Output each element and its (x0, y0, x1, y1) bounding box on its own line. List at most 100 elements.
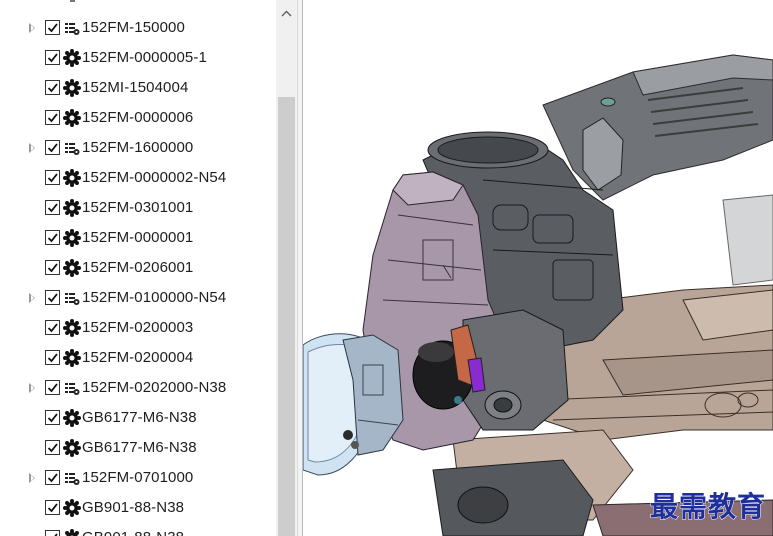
tree-item-label: 152FM-0701000 (82, 469, 194, 486)
3d-model-viewport[interactable] (303, 0, 773, 536)
tree-item[interactable]: 152FM-0701000 (0, 463, 276, 493)
tree-scrollbar[interactable] (276, 0, 297, 536)
part-gear-icon (63, 409, 81, 427)
visibility-checkbox[interactable] (45, 350, 60, 365)
checkmark-icon (47, 203, 58, 213)
visibility-checkbox[interactable] (45, 50, 60, 65)
checkmark-icon (47, 23, 58, 33)
visibility-checkbox[interactable] (45, 290, 60, 305)
visibility-checkbox[interactable] (45, 440, 60, 455)
checkmark-icon (47, 353, 58, 363)
assembly-icon (63, 289, 81, 307)
tree-item-label: 152FM-0200004 (82, 349, 194, 366)
tree-item[interactable]: 152FM-0200003 (0, 313, 276, 343)
tree-item[interactable]: 152FM-0000006 (0, 103, 276, 133)
tree-item[interactable]: 152FM-1600000 (0, 133, 276, 163)
visibility-checkbox[interactable] (45, 470, 60, 485)
tree-item[interactable]: 152FM-0100000-N54 (0, 283, 276, 313)
tree-item-label: GB6177-M6-N38 (82, 439, 197, 456)
tree-item[interactable]: 152FM-0202000-N38 (0, 373, 276, 403)
model-tree-panel: 152FM-150000 152FM-0000005-1 152MI-1504004… (0, 0, 276, 536)
checkmark-icon (47, 323, 58, 333)
part-gear-icon (63, 79, 81, 97)
visibility-checkbox[interactable] (45, 80, 60, 95)
tree-item[interactable]: 152MI-1504004 (0, 73, 276, 103)
part-gear-icon (63, 259, 81, 277)
checkmark-icon (47, 233, 58, 243)
watermark-text: 最需教育 (649, 490, 767, 524)
tree-item-label: 152FM-0202000-N38 (82, 379, 227, 396)
expand-arrow-inner (31, 25, 34, 31)
chevron-up-icon (281, 10, 292, 17)
checkmark-icon (47, 83, 58, 93)
expand-arrow-inner (31, 385, 34, 391)
visibility-checkbox[interactable] (45, 200, 60, 215)
tree-item-label: 152FM-0000002-N54 (82, 169, 227, 186)
expand-arrow-inner (31, 475, 34, 481)
visibility-checkbox[interactable] (45, 230, 60, 245)
checkmark-icon (47, 263, 58, 273)
assembly-icon (63, 19, 81, 37)
tree-item[interactable]: 152FM-0206001 (0, 253, 276, 283)
tree-item-label: GB901-88-N38 (82, 529, 184, 536)
visibility-checkbox[interactable] (45, 260, 60, 275)
tree-item-label: 152FM-0100000-N54 (82, 289, 227, 306)
tree-item[interactable]: GB901-88-N38 (0, 493, 276, 523)
expand-arrow-inner (31, 145, 34, 151)
checkmark-icon (47, 383, 58, 393)
visibility-checkbox[interactable] (45, 410, 60, 425)
part-gear-icon (63, 169, 81, 187)
checkmark-icon (54, 533, 58, 536)
tree-item[interactable]: 152FM-0000002-N54 (0, 163, 276, 193)
part-gear-icon (63, 349, 81, 367)
part-gear-icon (63, 229, 81, 247)
tree-item-label: 152FM-150000 (82, 19, 185, 36)
tree-item-label: 152FM-0200003 (82, 319, 194, 336)
visibility-checkbox[interactable] (45, 380, 60, 395)
assembly-icon (63, 379, 81, 397)
part-gear-icon (63, 499, 81, 517)
part-gear-icon (63, 109, 81, 127)
checkmark-icon (47, 503, 58, 513)
visibility-checkbox[interactable] (45, 530, 60, 536)
checkmark-icon (47, 113, 58, 123)
part-gear-icon (63, 439, 81, 457)
part-gear-icon (63, 319, 81, 337)
checkmark-icon (47, 53, 58, 63)
checkmark-icon (47, 443, 58, 453)
tree-item[interactable]: 152FM-150000 (0, 13, 276, 43)
tree-item-label: GB6177-M6-N38 (82, 409, 197, 426)
tree-item-label: 152MI-1504004 (82, 79, 189, 96)
visibility-checkbox[interactable] (45, 500, 60, 515)
cad-model-render (303, 54, 773, 536)
visibility-checkbox[interactable] (45, 320, 60, 335)
checkmark-icon (47, 413, 58, 423)
tree-item-label: 152FM-0000006 (82, 109, 194, 126)
checkmark-icon (47, 143, 58, 153)
tree-item[interactable]: 152FM-0000005-1 (0, 43, 276, 73)
tree-item-label: 152FM-0206001 (82, 259, 194, 276)
checkmark-icon (47, 293, 58, 303)
visibility-checkbox[interactable] (45, 20, 60, 35)
visibility-checkbox[interactable] (45, 170, 60, 185)
checkmark-icon (47, 473, 58, 483)
visibility-checkbox[interactable] (45, 110, 60, 125)
tree-top-connector (70, 0, 75, 2)
tree-item[interactable]: 152FM-0000001 (0, 223, 276, 253)
tree-item[interactable]: GB6177-M6-N38 (0, 433, 276, 463)
tree-item-label: 152FM-1600000 (82, 139, 194, 156)
scroll-up-button[interactable] (276, 0, 297, 30)
assembly-icon (63, 139, 81, 157)
part-gear-icon (63, 199, 81, 217)
visibility-checkbox[interactable] (45, 140, 60, 155)
expand-arrow-inner (31, 295, 34, 301)
tree-item[interactable]: GB6177-M6-N38 (0, 403, 276, 433)
tree-item[interactable]: 152FM-0301001 (0, 193, 276, 223)
assembly-icon (63, 469, 81, 487)
checkmark-icon (47, 173, 58, 183)
tree-item[interactable]: GB901-88-N38 (0, 523, 276, 536)
part-gear-icon (63, 529, 81, 536)
tree-item-label: 152FM-0301001 (82, 199, 194, 216)
tree-item[interactable]: 152FM-0200004 (0, 343, 276, 373)
scroll-thumb[interactable] (278, 97, 295, 536)
